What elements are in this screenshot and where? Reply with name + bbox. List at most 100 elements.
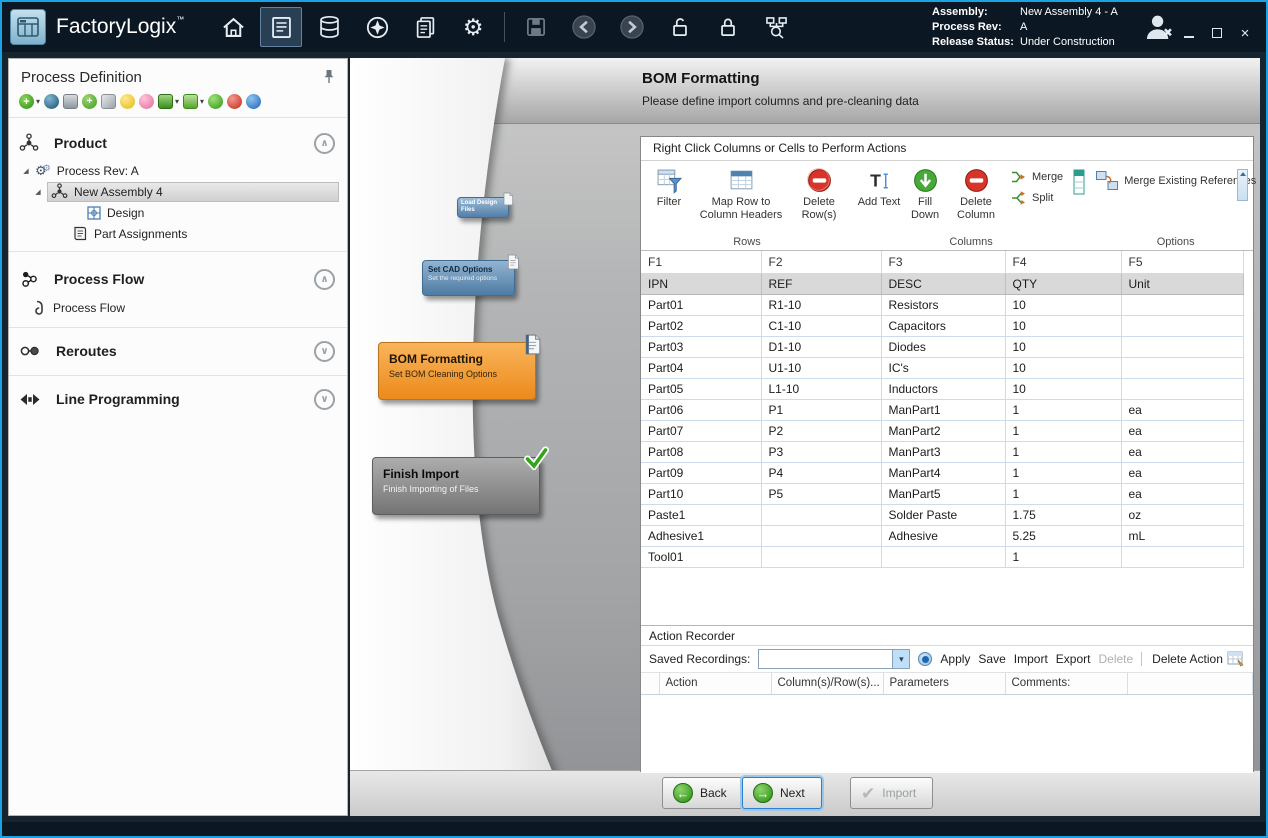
bom-cell[interactable]: ea [1121,399,1243,420]
bom-cell[interactable]: 10 [1005,357,1121,378]
bom-cell[interactable] [761,504,881,525]
user-logout-icon[interactable] [1142,10,1176,44]
bom-cell[interactable]: 1 [1005,441,1121,462]
highlight-icon[interactable] [120,94,135,109]
bom-cell[interactable]: 10 [1005,336,1121,357]
next-button[interactable]: → Next [742,777,822,809]
bom-cell[interactable]: ManPart5 [881,483,1005,504]
close-button[interactable]: × [1238,26,1252,40]
unlock-button[interactable] [659,7,701,47]
bom-cell[interactable] [1121,336,1243,357]
tree-item-new-assembly[interactable]: ◢ New Assembly 4 [9,181,347,202]
bom-cell[interactable]: P5 [761,483,881,504]
bom-cell[interactable]: 1 [1005,546,1121,567]
bom-cell[interactable]: 1 [1005,420,1121,441]
bom-cell[interactable]: IPN [641,273,761,294]
bom-table-row[interactable]: Part05L1-10Inductors10 [641,378,1243,399]
bom-cell[interactable]: Adhesive [881,525,1005,546]
bom-column-header[interactable]: F3 [881,251,1005,273]
export-recording-button[interactable]: Export [1056,652,1091,666]
bom-cell[interactable]: L1-10 [761,378,881,399]
materials-button[interactable] [308,7,350,47]
bom-table-row[interactable]: Part10P5ManPart51ea [641,483,1243,504]
bom-cell[interactable] [1121,315,1243,336]
expand-line-programming-icon[interactable]: ∨ [314,389,335,410]
tree-item-part-assignments[interactable]: Part Assignments [9,223,347,244]
bom-cell[interactable]: D1-10 [761,336,881,357]
flow-step-bom-formatting[interactable]: BOM Formatting Set BOM Cleaning Options [378,342,536,400]
bom-table-row[interactable]: Tool01 1 [641,546,1243,567]
status-green-icon[interactable] [208,94,223,109]
apply-radio[interactable] [918,652,932,666]
lock-button[interactable] [707,7,749,47]
merge-button[interactable]: Merge [1011,169,1063,185]
toolbar-scrollbar[interactable] [1237,169,1248,201]
bom-table-row[interactable]: Part04U1-10IC's10 [641,357,1243,378]
add-caret-icon[interactable]: ▾ [36,97,40,106]
bom-mapped-header-row[interactable]: IPNREFDESCQTYUnit [641,273,1243,294]
flow-step-finish-import[interactable]: Finish Import Finish Importing of Files [372,457,540,515]
minimize-button[interactable] [1182,26,1196,40]
bom-cell[interactable]: ManPart3 [881,441,1005,462]
bom-table-row[interactable]: Part03D1-10Diodes10 [641,336,1243,357]
bom-table-row[interactable]: Paste1Solder Paste1.75oz [641,504,1243,525]
bom-cell[interactable]: 10 [1005,315,1121,336]
bom-cell[interactable]: Part06 [641,399,761,420]
recorder-column-header[interactable]: Parameters [883,673,1005,694]
transfer-icon[interactable]: + [82,94,97,109]
save-recording-button[interactable]: Save [978,652,1005,666]
bom-cell[interactable] [761,525,881,546]
tree-item-process-rev[interactable]: ◢ ⚙⚙ Process Rev: A [9,160,347,181]
tree-section-line-programming[interactable]: Line Programming ∨ [9,382,347,416]
bom-table-row[interactable]: Part02C1-10Capacitors10 [641,315,1243,336]
bom-cell[interactable]: QTY [1005,273,1121,294]
status-blue-icon[interactable] [246,94,261,109]
bom-cell[interactable]: Part04 [641,357,761,378]
tree-section-reroutes[interactable]: Reroutes ∨ [9,334,347,368]
bom-cell[interactable]: ManPart2 [881,420,1005,441]
delete-action-button[interactable]: Delete Action [1141,652,1223,666]
bom-cell[interactable]: Part09 [641,462,761,483]
saved-recordings-select[interactable]: ▾ [758,649,910,669]
delete-column-button[interactable]: Delete Column [949,165,1003,221]
bom-cell[interactable]: Part02 [641,315,761,336]
home-button[interactable] [212,7,254,47]
bom-table-row[interactable]: Part01R1-10Resistors10 [641,294,1243,315]
tree-item-design[interactable]: Design [9,202,347,223]
bom-cell[interactable]: Paste1 [641,504,761,525]
bom-cell[interactable]: P4 [761,462,881,483]
bom-table-row[interactable]: Adhesive1Adhesive5.25mL [641,525,1243,546]
collapse-process-flow-icon[interactable]: ∧ [314,269,335,290]
org-search-button[interactable] [755,7,797,47]
back-nav-button[interactable] [563,7,605,47]
add-text-button[interactable]: T Add Text [857,165,901,209]
bom-cell[interactable]: mL [1121,525,1243,546]
bom-column-header[interactable]: F1 [641,251,761,273]
bom-table-row[interactable]: Part06P1ManPart11ea [641,399,1243,420]
tree-section-process-flow[interactable]: Process Flow ∧ [9,262,347,296]
bom-cell[interactable]: Capacitors [881,315,1005,336]
merge-existing-button[interactable]: Merge Existing References [1095,165,1256,193]
bom-column-header[interactable]: F5 [1121,251,1243,273]
copy-view-icon[interactable] [183,94,198,109]
bom-cell[interactable]: Tool01 [641,546,761,567]
bom-cell[interactable]: Resistors [881,294,1005,315]
bom-cell[interactable] [1121,357,1243,378]
bom-cell[interactable] [881,546,1005,567]
bom-cell[interactable] [761,546,881,567]
save-button[interactable] [515,7,557,47]
tree-section-product[interactable]: Product ∧ [9,126,347,160]
export-view-icon[interactable] [158,94,173,109]
bom-cell[interactable]: ea [1121,483,1243,504]
tree-item-process-flow[interactable]: Process Flow [9,296,347,320]
map-row-button[interactable]: Map Row to Column Headers [693,165,789,221]
bom-cell[interactable]: 1 [1005,483,1121,504]
bom-cell[interactable]: Unit [1121,273,1243,294]
import-button[interactable]: ✔ Import [850,777,933,809]
bom-cell[interactable]: DESC [881,273,1005,294]
bom-cell[interactable]: ea [1121,420,1243,441]
recorder-grid-icon[interactable] [1227,650,1245,668]
pin-icon[interactable] [323,69,335,84]
filter-button[interactable]: Filter [647,165,691,209]
navigation-button[interactable] [356,7,398,47]
